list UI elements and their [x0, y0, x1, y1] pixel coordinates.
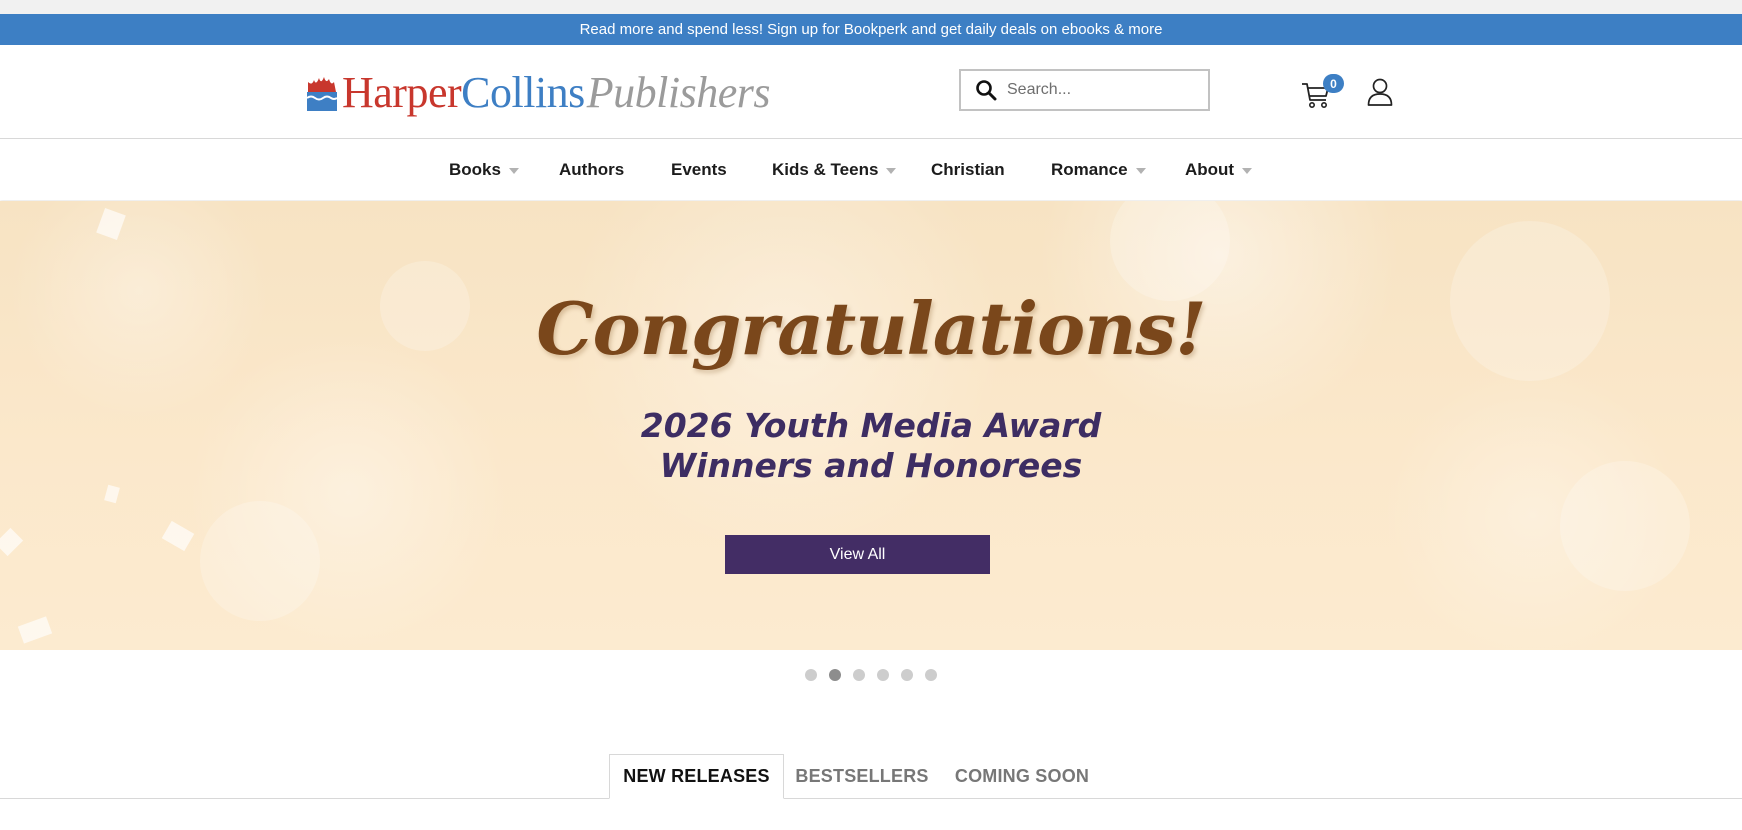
bokeh-decoration [200, 501, 320, 621]
search-box[interactable] [959, 69, 1210, 111]
logo-publishers: Publishers [586, 68, 771, 117]
confetti-decoration [96, 208, 126, 240]
site-header: HarperCollinsPublishers 0 [0, 45, 1742, 139]
nav-item-label: Romance [1051, 159, 1128, 179]
flame-ship-logo-icon [306, 77, 338, 111]
tab-bestsellers[interactable]: BESTSELLERS [795, 754, 929, 799]
cart-button[interactable]: 0 [1301, 74, 1344, 114]
browser-top-strip [0, 0, 1742, 15]
logo-wordmark: HarperCollinsPublishers [342, 68, 771, 117]
nav-item-books[interactable]: Books [449, 139, 519, 200]
promo-banner[interactable]: Read more and spend less! Sign up for Bo… [0, 14, 1742, 45]
user-icon[interactable] [1367, 77, 1393, 107]
hero-banner[interactable]: Congratulations! 2026 Youth Media Award … [0, 201, 1742, 650]
nav-item-label: Events [671, 159, 727, 179]
caret-down-icon[interactable] [1242, 167, 1253, 174]
search-input[interactable] [1005, 80, 1199, 100]
logo-collins: Collins [461, 68, 585, 117]
hero-title: Congratulations! [536, 286, 1206, 371]
hero-subtitle-line-1: 2026 Youth Media Award [640, 406, 1102, 445]
carousel-dot-active[interactable] [829, 669, 841, 681]
nav-item-authors[interactable]: Authors [559, 139, 624, 200]
nav-item-label: Kids & Teens [772, 159, 879, 179]
tab-coming-soon[interactable]: COMING SOON [952, 754, 1092, 799]
confetti-decoration [161, 520, 195, 552]
caret-down-icon[interactable] [1135, 167, 1146, 174]
view-all-button[interactable]: View All [725, 535, 990, 574]
nav-item-label: Authors [559, 159, 625, 179]
promo-text[interactable]: Read more and spend less! Sign up for Bo… [580, 21, 1163, 38]
carousel-dot[interactable] [805, 669, 817, 681]
main-nav: Books Authors Events Kids & Teens Christ… [0, 139, 1742, 200]
logo-harper: Harper [342, 68, 462, 117]
carousel-dots [0, 669, 1742, 683]
nav-item-label: Christian [931, 159, 1005, 179]
nav-item-about[interactable]: About [1185, 139, 1253, 200]
carousel-dot[interactable] [853, 669, 865, 681]
carousel-dot[interactable] [901, 669, 913, 681]
hero-subtitle: 2026 Youth Media Award Winners and Honor… [0, 406, 1742, 486]
cart-count-badge: 0 [1323, 74, 1344, 93]
carousel-dot[interactable] [877, 669, 889, 681]
confetti-decoration [104, 484, 120, 504]
search-icon[interactable] [975, 79, 997, 101]
confetti-decoration [0, 527, 24, 557]
nav-item-label: Books [449, 159, 501, 179]
nav-item-romance[interactable]: Romance [1051, 139, 1146, 200]
confetti-decoration [17, 616, 53, 644]
nav-item-label: About [1185, 159, 1235, 179]
caret-down-icon[interactable] [508, 167, 519, 174]
site-logo[interactable]: HarperCollinsPublishers [306, 63, 771, 123]
carousel-dot[interactable] [925, 669, 937, 681]
nav-item-christian[interactable]: Christian [931, 139, 1005, 200]
caret-down-icon[interactable] [886, 167, 897, 174]
nav-item-kids-teens[interactable]: Kids & Teens [772, 139, 897, 200]
tab-new-releases[interactable]: NEW RELEASES [609, 754, 784, 799]
hero-subtitle-line-2: Winners and Honorees [659, 446, 1083, 485]
nav-item-events[interactable]: Events [671, 139, 727, 200]
